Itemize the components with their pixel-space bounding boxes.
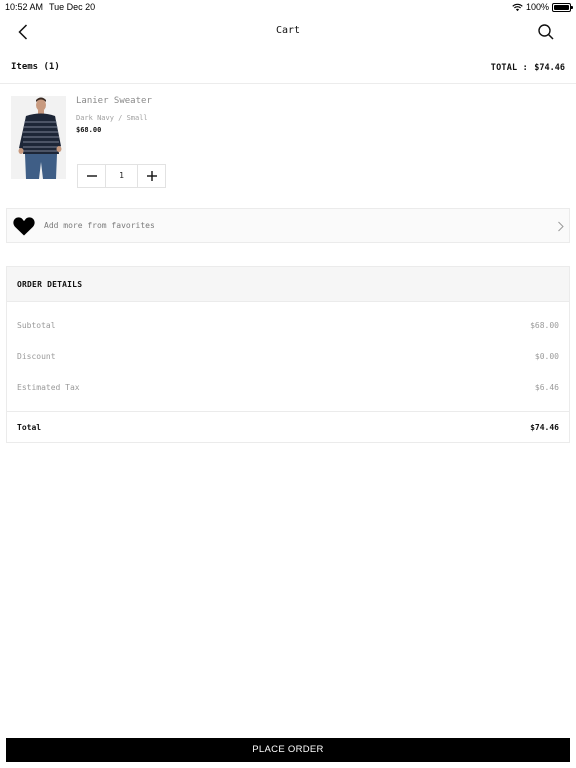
quantity-value: 1	[105, 165, 138, 187]
header-total-value: $74.46	[534, 63, 565, 73]
status-time: 10:52 AM	[5, 2, 44, 12]
product-image[interactable]	[11, 96, 66, 179]
divider	[7, 411, 569, 412]
subtotal-label: Subtotal	[17, 321, 56, 330]
tax-row: Estimated Tax $6.46	[7, 383, 569, 397]
items-count: Items (1)	[11, 62, 60, 72]
status-date: Tue Dec 20	[49, 2, 96, 12]
product-price: $68.00	[76, 126, 102, 134]
decrease-quantity-button[interactable]	[78, 165, 105, 187]
minus-icon	[86, 175, 97, 177]
tax-value: $6.46	[534, 383, 559, 392]
add-from-favorites-button[interactable]: Add more from favorites	[6, 208, 570, 243]
battery-icon	[552, 2, 573, 12]
page-title: Cart	[275, 25, 301, 36]
status-indicators: 100%	[512, 2, 573, 12]
order-details-title: ORDER DETAILS	[17, 280, 83, 289]
order-total-label: Total	[17, 423, 42, 432]
increase-quantity-button[interactable]	[138, 165, 165, 187]
place-order-button[interactable]: PLACE ORDER	[6, 738, 570, 762]
order-total-value: $74.46	[530, 423, 559, 432]
nav-bar: Cart	[0, 16, 576, 48]
discount-row: Discount $0.00	[7, 352, 569, 366]
search-icon	[538, 24, 554, 40]
chevron-right-icon	[558, 221, 564, 232]
product-variant: Dark Navy / Small	[76, 114, 148, 122]
order-details-card: ORDER DETAILS Subtotal $68.00 Discount $…	[6, 266, 570, 443]
product-name[interactable]: Lanier Sweater	[76, 96, 152, 106]
quantity-stepper: 1	[77, 164, 166, 188]
subtotal-value: $68.00	[530, 321, 559, 330]
subtotal-row: Subtotal $68.00	[7, 321, 569, 335]
sweater-photo	[11, 96, 66, 179]
search-button[interactable]	[536, 22, 556, 42]
battery-percent: 100%	[525, 2, 549, 12]
tax-label: Estimated Tax	[17, 383, 80, 392]
favorites-label: Add more from favorites	[44, 221, 155, 230]
plus-icon	[146, 171, 157, 181]
discount-value: $0.00	[534, 352, 559, 361]
cart-item: Lanier Sweater Dark Navy / Small $68.00 …	[0, 86, 576, 196]
heart-icon	[13, 217, 35, 236]
discount-label: Discount	[17, 352, 56, 361]
header-total-label: TOTAL :	[490, 63, 528, 73]
order-details-header: ORDER DETAILS	[7, 267, 569, 302]
status-bar: 10:52 AM Tue Dec 20 100%	[0, 0, 576, 16]
wifi-icon	[512, 3, 523, 11]
items-header: Items (1) TOTAL : $74.46	[0, 56, 576, 84]
